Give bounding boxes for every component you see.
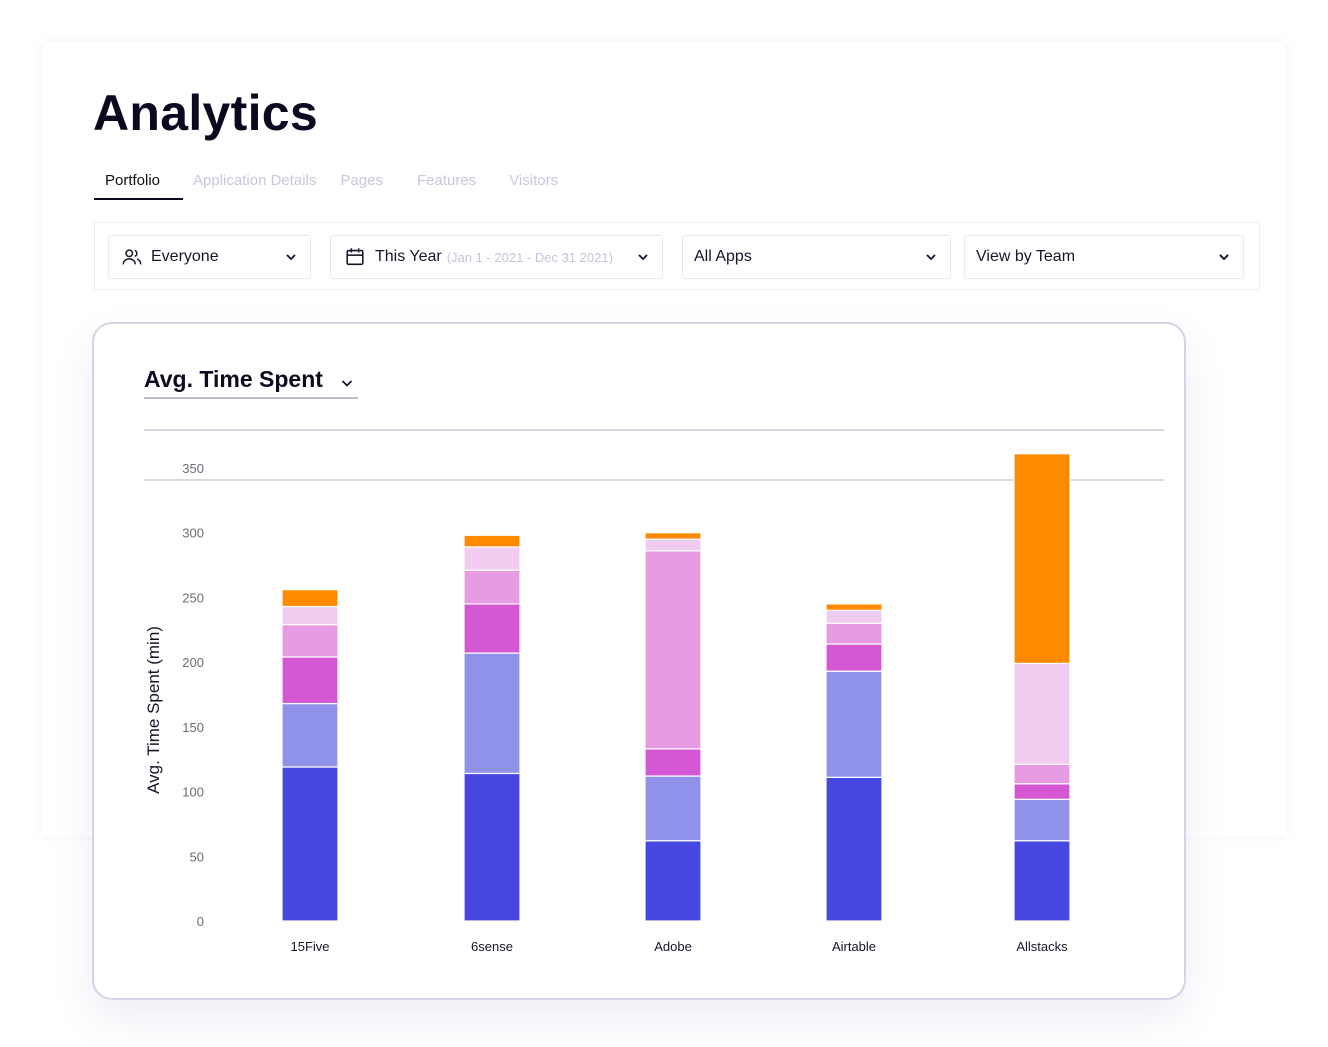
bar-segment-3[interactable] <box>644 748 702 777</box>
x-tick-label: Adobe <box>654 939 692 954</box>
bar-segment-1[interactable] <box>825 776 883 922</box>
bar-stack-adobe[interactable] <box>644 532 702 922</box>
bar-segment-2[interactable] <box>281 702 339 768</box>
y-tick-label: 100 <box>182 785 204 800</box>
y-tick-label: 150 <box>182 720 204 735</box>
bar-segment-3[interactable] <box>463 603 521 654</box>
bar-stack-15five[interactable] <box>281 589 339 922</box>
y-axis-ticks: 0 50 100 150 200 250 300 350 <box>182 461 204 929</box>
bar-segment-3[interactable] <box>1013 783 1071 800</box>
bar-segment-2[interactable] <box>1013 798 1071 842</box>
y-axis-label: Avg. Time Spent (min) <box>144 626 163 794</box>
bar-segment-5[interactable] <box>463 546 521 571</box>
y-tick-label: 50 <box>190 849 204 864</box>
y-tick-label: 250 <box>182 590 204 605</box>
bar-segment-1[interactable] <box>1013 840 1071 922</box>
bar-segment-1[interactable] <box>644 840 702 922</box>
bar-segment-1[interactable] <box>463 772 521 922</box>
bar-segment-6[interactable] <box>463 534 521 548</box>
bar-segment-6[interactable] <box>644 532 702 540</box>
bar-segment-6[interactable] <box>825 603 883 611</box>
bar-segment-4[interactable] <box>825 622 883 645</box>
x-tick-label: Airtable <box>832 939 876 954</box>
y-tick-label: 0 <box>197 914 204 929</box>
x-tick-label: 15Five <box>290 939 329 954</box>
bar-stack-airtable[interactable] <box>825 603 883 922</box>
y-tick-label: 350 <box>182 461 204 476</box>
bars <box>281 453 1071 922</box>
bar-segment-2[interactable] <box>644 775 702 842</box>
bar-segment-3[interactable] <box>281 656 339 705</box>
bar-segment-4[interactable] <box>281 624 339 658</box>
bar-segment-5[interactable] <box>281 605 339 626</box>
bar-segment-6[interactable] <box>281 589 339 608</box>
x-tick-label: 6sense <box>471 939 513 954</box>
bar-segment-1[interactable] <box>281 766 339 922</box>
bar-segment-4[interactable] <box>1013 763 1071 785</box>
bar-segment-5[interactable] <box>825 609 883 624</box>
bar-segment-4[interactable] <box>644 550 702 750</box>
bar-segment-4[interactable] <box>463 569 521 605</box>
bar-segment-3[interactable] <box>825 643 883 672</box>
bar-segment-2[interactable] <box>463 652 521 775</box>
x-tick-label: Allstacks <box>1016 939 1068 954</box>
y-tick-label: 200 <box>182 655 204 670</box>
bar-stack-allstacks[interactable] <box>1013 453 1071 922</box>
bar-segment-2[interactable] <box>825 670 883 778</box>
bar-stack-6sense[interactable] <box>463 534 521 922</box>
bar-segment-5[interactable] <box>644 538 702 552</box>
y-tick-label: 300 <box>182 526 204 541</box>
stacked-bar-chart: 0 50 100 150 200 250 300 350 Avg. Time Spent (m… <box>144 429 1164 954</box>
bar-segment-6[interactable] <box>1013 453 1071 665</box>
x-axis-ticks: 15Five 6sense Adobe Airtable Allstacks <box>290 939 1068 954</box>
bar-segment-5[interactable] <box>1013 662 1071 765</box>
